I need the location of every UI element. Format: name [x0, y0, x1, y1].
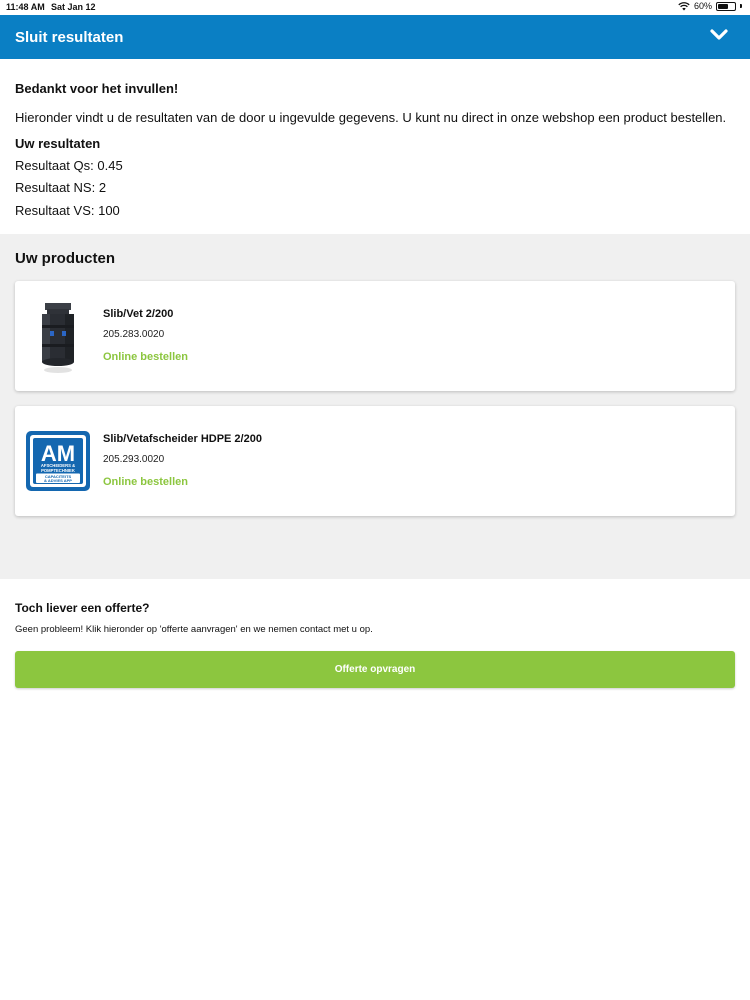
- close-results-header[interactable]: Sluit resultaten: [0, 15, 750, 59]
- wifi-icon: [678, 1, 690, 10]
- request-quote-button[interactable]: Offerte opvragen: [15, 651, 735, 688]
- battery-percent: 60%: [693, 1, 712, 11]
- product-name: Slib/Vetafscheider HDPE 2/200: [103, 433, 262, 445]
- chevron-down-icon[interactable]: [709, 27, 729, 43]
- order-online-link[interactable]: Online bestellen: [103, 351, 188, 363]
- quote-text: Geen probleem! Klik hieronder op 'offert…: [15, 624, 373, 635]
- products-section: Uw producten Slib/Vet 2/200 205.283.0020…: [0, 234, 750, 579]
- battery-icon: [716, 1, 736, 11]
- status-date: Sat Jan 12: [51, 2, 96, 12]
- header-title: Sluit resultaten: [15, 28, 124, 46]
- status-time: 11:48 AM: [6, 2, 45, 12]
- products-title: Uw producten: [15, 250, 115, 267]
- am-logo: AM AFSCHEIDERS & POMPTECHNIEK CAPACITEIT…: [26, 431, 90, 491]
- order-online-link[interactable]: Online bestellen: [103, 476, 188, 488]
- logo-line-4: & ADVIES APP: [44, 478, 72, 483]
- battery-tip: [740, 4, 742, 8]
- result-ns: Resultaat NS: 2: [15, 180, 107, 195]
- separator-tank-image: [42, 303, 74, 373]
- product-card[interactable]: AM AFSCHEIDERS & POMPTECHNIEK CAPACITEIT…: [15, 406, 735, 516]
- result-vs: Resultaat VS: 100: [15, 203, 120, 218]
- battery-level: [718, 3, 728, 9]
- product-code: 205.293.0020: [103, 454, 165, 465]
- result-qs: Resultaat Qs: 0.45: [15, 158, 123, 173]
- quote-title: Toch liever een offerte?: [15, 601, 150, 615]
- product-card[interactable]: Slib/Vet 2/200 205.283.0020 Online beste…: [15, 281, 735, 391]
- product-code: 205.283.0020: [103, 329, 165, 340]
- status-bar: 11:48 AM Sat Jan 12 60%: [0, 0, 750, 15]
- thanks-heading: Bedankt voor het invullen!: [15, 81, 179, 96]
- product-name: Slib/Vet 2/200: [103, 308, 174, 320]
- status-right: 60%: [678, 1, 742, 11]
- results-heading: Uw resultaten: [15, 136, 101, 151]
- logo-line-2: POMPTECHNIEK: [41, 468, 75, 473]
- intro-text: Hieronder vindt u de resultaten van de d…: [15, 110, 727, 125]
